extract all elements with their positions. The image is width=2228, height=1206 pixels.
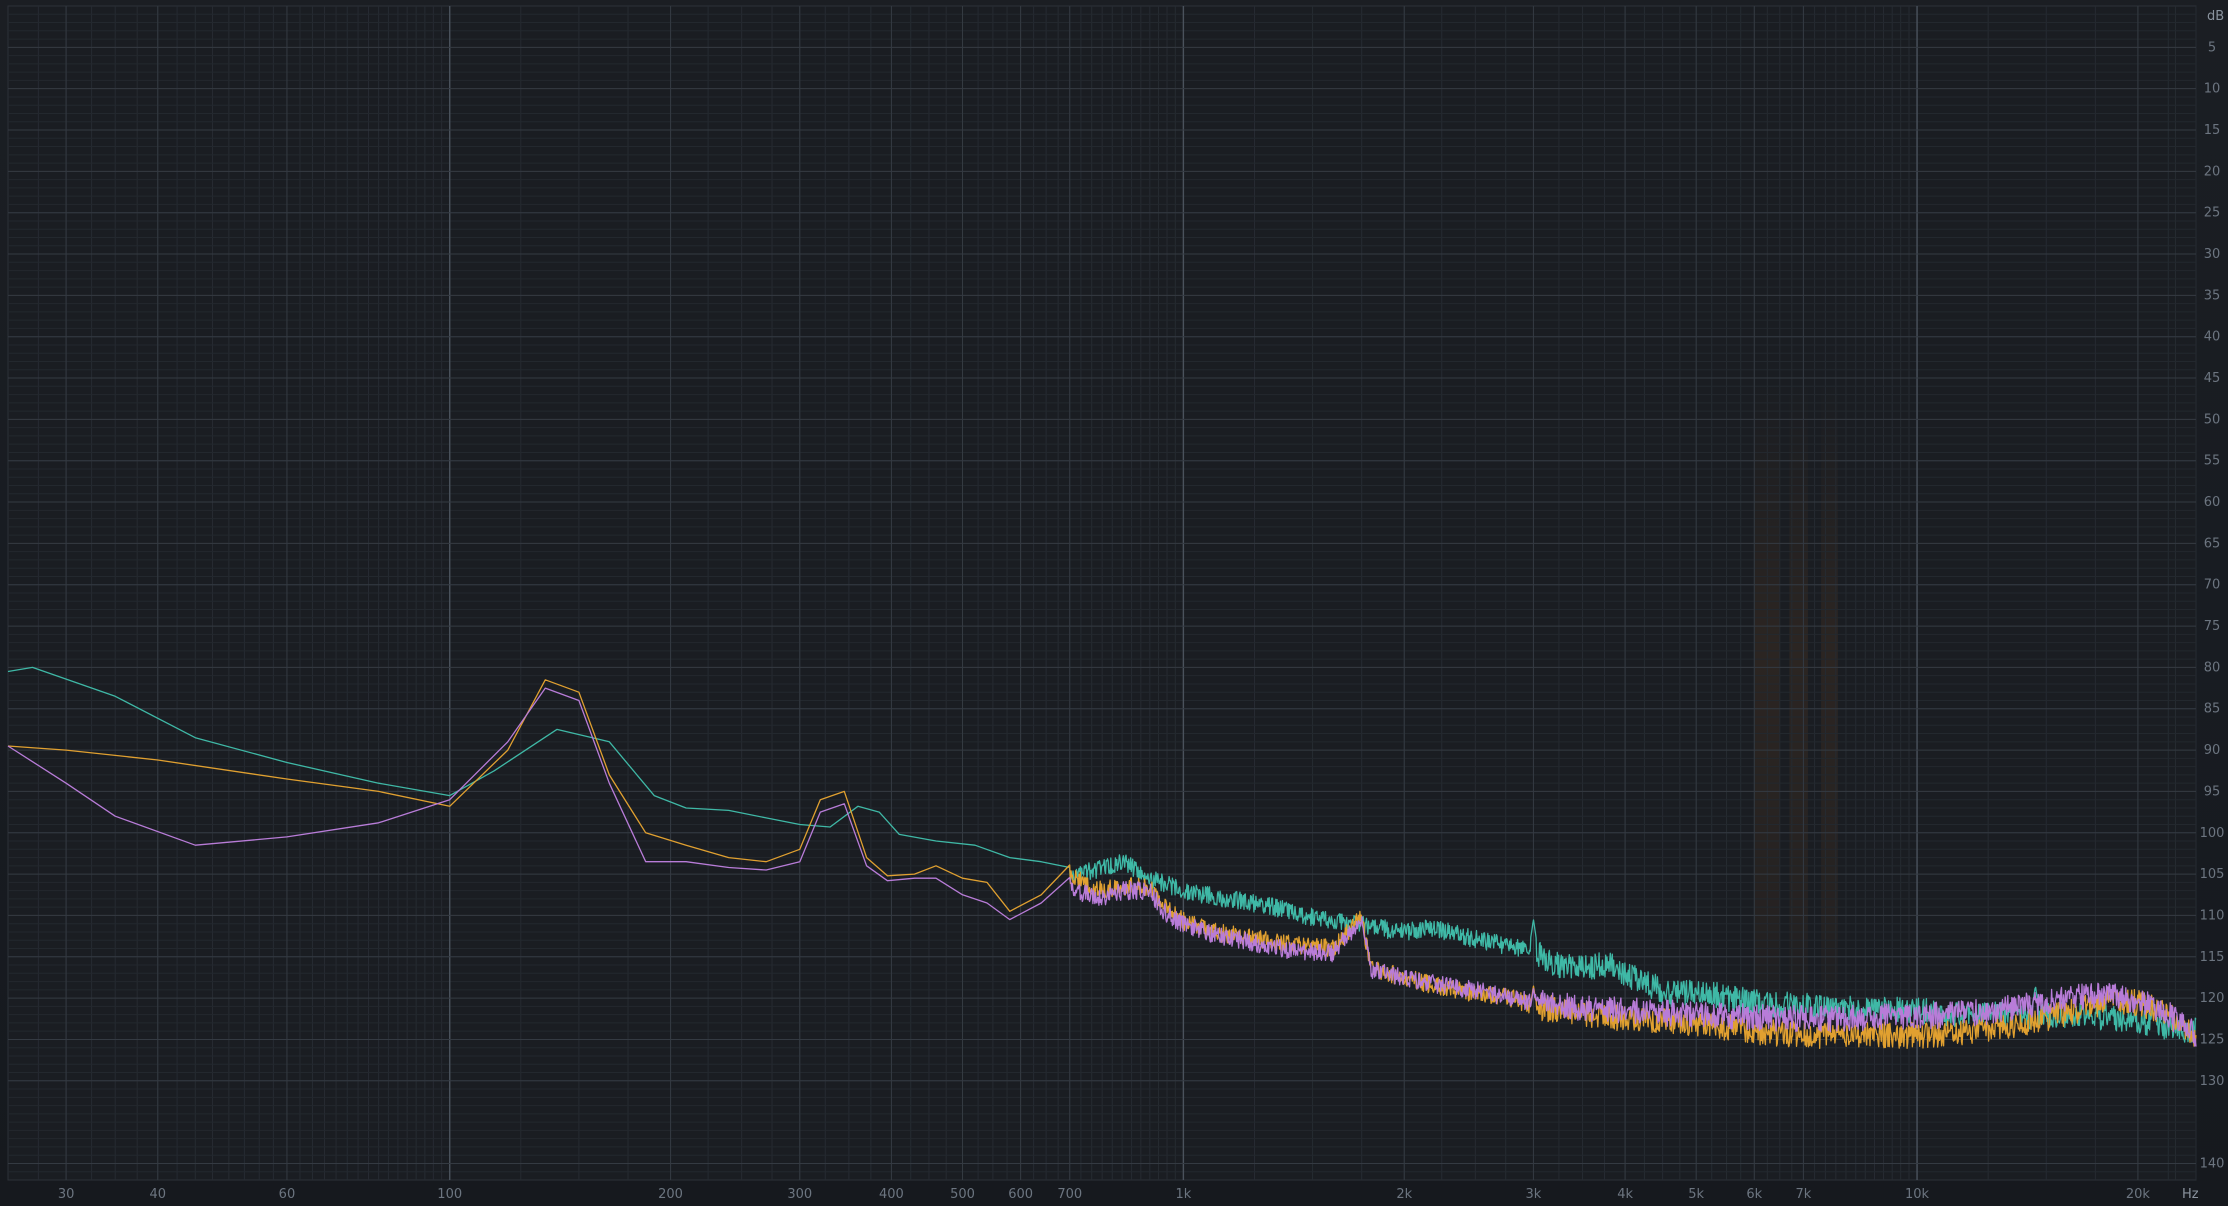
y-tick-label: 25 xyxy=(2204,206,2221,221)
x-tick-label: 300 xyxy=(787,1187,812,1202)
x-tick-label: 100 xyxy=(437,1187,462,1202)
y-tick-label: 85 xyxy=(2204,702,2221,717)
x-tick-label: 600 xyxy=(1008,1187,1033,1202)
y-tick-label: 140 xyxy=(2200,1156,2225,1171)
y-tick-label: 30 xyxy=(2204,247,2221,262)
x-tick-label: 5k xyxy=(1688,1187,1704,1202)
y-tick-label: 80 xyxy=(2204,660,2221,675)
x-tick-label: 40 xyxy=(149,1187,166,1202)
x-unit-label: Hz xyxy=(2182,1187,2199,1202)
y-tick-label: 20 xyxy=(2204,164,2221,179)
y-tick-label: 50 xyxy=(2204,412,2221,427)
x-tick-label: 1k xyxy=(1175,1187,1191,1202)
y-tick-label: 100 xyxy=(2200,826,2225,841)
y-tick-label: 10 xyxy=(2204,82,2221,97)
x-tick-label: 700 xyxy=(1057,1187,1082,1202)
y-tick-label: 110 xyxy=(2200,908,2225,923)
y-tick-label: 125 xyxy=(2200,1032,2225,1047)
y-tick-label: 5 xyxy=(2208,40,2216,55)
x-tick-label: 7k xyxy=(1795,1187,1811,1202)
x-tick-label: 4k xyxy=(1617,1187,1633,1202)
x-tick-label: 30 xyxy=(58,1187,75,1202)
y-tick-label: 130 xyxy=(2200,1074,2225,1089)
y-unit-label: dB xyxy=(2207,9,2224,24)
y-tick-label: 40 xyxy=(2204,330,2221,345)
x-tick-label: 20k xyxy=(2126,1187,2151,1202)
spectrum-analyzer-chart: 30 40 60 100 200 300 400 500 600 700 1k 2k 3k 4k 5k 6k 7… xyxy=(0,0,2228,1206)
y-tick-label: 115 xyxy=(2200,950,2225,965)
x-tick-label: 10k xyxy=(1905,1187,1930,1202)
y-tick-label: 120 xyxy=(2200,991,2225,1006)
y-tick-label: 60 xyxy=(2204,495,2221,510)
x-tick-label: 500 xyxy=(950,1187,975,1202)
y-tick-label: 45 xyxy=(2204,371,2221,386)
y-tick-label: 55 xyxy=(2204,454,2221,469)
y-tick-label: 70 xyxy=(2204,578,2221,593)
y-tick-label: 15 xyxy=(2204,123,2221,138)
x-tick-label: 2k xyxy=(1396,1187,1412,1202)
y-tick-label: 75 xyxy=(2204,619,2221,634)
y-tick-label: 105 xyxy=(2200,867,2225,882)
y-tick-label: 90 xyxy=(2204,743,2221,758)
x-tick-label: 60 xyxy=(279,1187,296,1202)
x-tick-label: 3k xyxy=(1526,1187,1542,1202)
y-tick-label: 95 xyxy=(2204,784,2221,799)
x-tick-label: 6k xyxy=(1746,1187,1762,1202)
x-tick-label: 400 xyxy=(879,1187,904,1202)
x-tick-label: 200 xyxy=(658,1187,683,1202)
y-tick-label: 35 xyxy=(2204,288,2221,303)
y-tick-label: 65 xyxy=(2204,536,2221,551)
